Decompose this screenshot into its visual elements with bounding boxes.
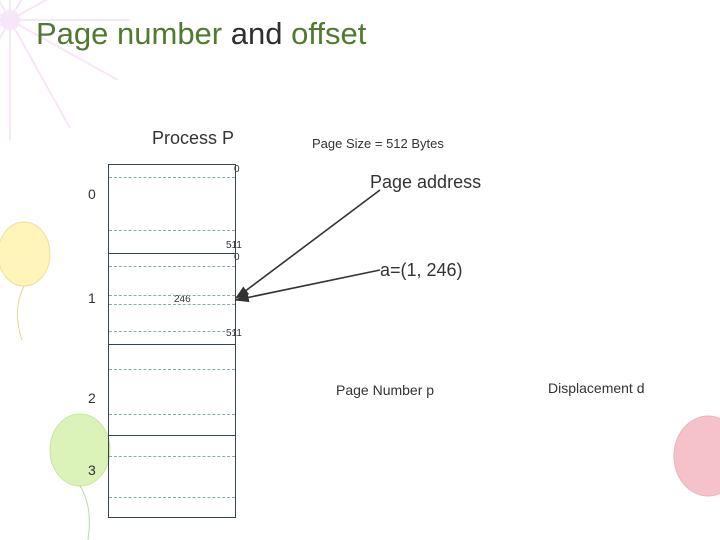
address-equation: a=(1, 246) — [380, 260, 463, 281]
title-part-2: and — [231, 16, 291, 51]
title-part-3: offset — [291, 16, 366, 51]
page-size-label: Page Size = 512 Bytes — [312, 136, 444, 151]
displacement-label: Displacement d — [548, 380, 645, 396]
slide-title: Page number and offset — [36, 16, 366, 52]
page-index-2: 2 — [88, 390, 96, 406]
balloon-yellow-decor — [0, 220, 62, 350]
page-index-0: 0 — [88, 186, 96, 202]
balloon-red-decor — [650, 406, 720, 536]
page-address-label: Page address — [370, 172, 481, 193]
title-part-1: Page number — [36, 16, 231, 51]
slide: Page number and offset Process P Page Si… — [0, 0, 720, 540]
memory-column — [108, 164, 236, 518]
arrow-a-equation — [230, 262, 390, 312]
page-index-3: 3 — [88, 462, 96, 478]
process-label: Process P — [152, 128, 234, 149]
page-number-label: Page Number p — [336, 382, 434, 398]
page-index-1: 1 — [88, 290, 96, 306]
arrow-page-address — [230, 172, 390, 312]
